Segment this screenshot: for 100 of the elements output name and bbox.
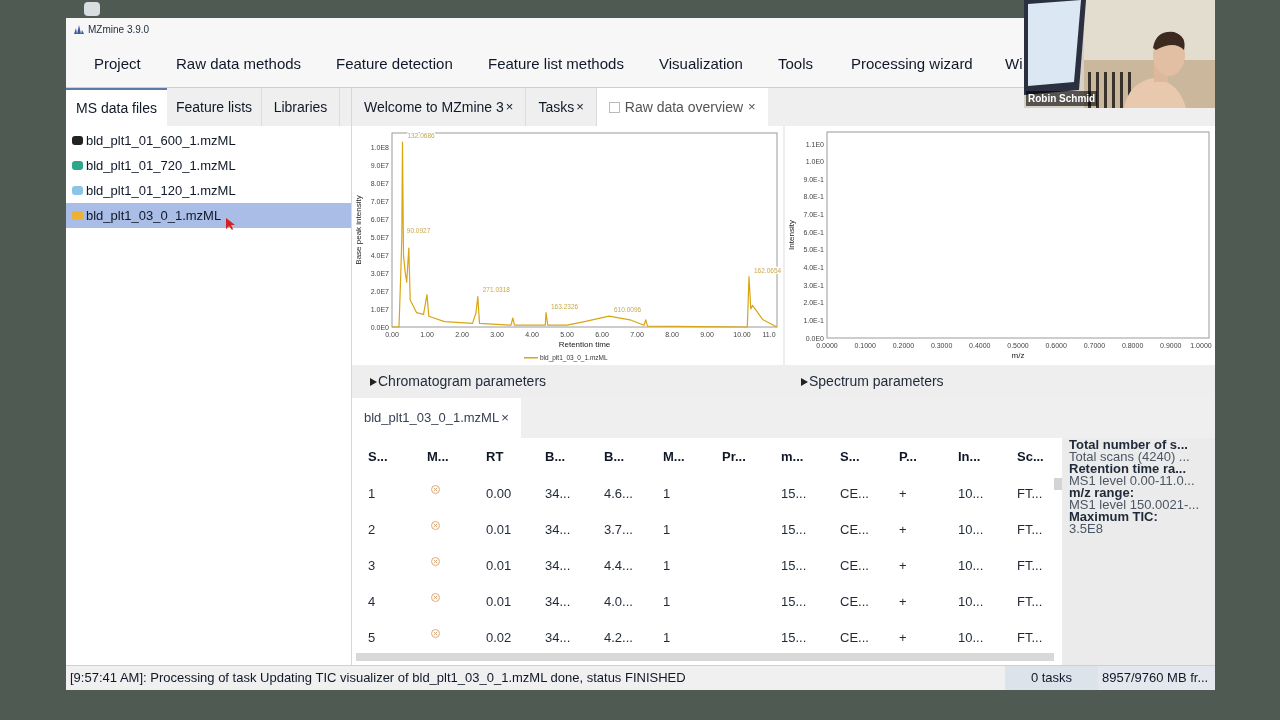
table-cell-text: CE... xyxy=(840,521,869,540)
close-icon[interactable]: × xyxy=(505,97,514,117)
table-cell-text: 10... xyxy=(958,593,984,612)
table-cell-text: 0.01 xyxy=(486,593,512,612)
desktop-icon[interactable] xyxy=(84,2,100,16)
menu-item[interactable]: Visualization xyxy=(659,54,743,72)
tab[interactable]: Raw data overview × xyxy=(596,88,768,126)
table-cell-text: 1 xyxy=(663,521,671,540)
section-header[interactable]: Spectrum parameters xyxy=(783,365,1214,398)
info-heading: Retention time ra... xyxy=(1069,463,1188,475)
table-cell-text: 34... xyxy=(545,593,571,612)
info-heading: Maximum TIC: xyxy=(1069,511,1159,523)
tab-label: Tasks xyxy=(538,97,575,117)
menu-item[interactable]: Wi xyxy=(1005,54,1023,72)
table-cell-text: FT... xyxy=(1017,485,1043,504)
expand-icon xyxy=(801,377,808,386)
file-item[interactable]: bld_plt1_01_600_1.mzML xyxy=(66,128,351,153)
tab-label: Raw data overview xyxy=(624,97,744,117)
file-item[interactable]: bld_plt1_01_120_1.mzML xyxy=(66,178,351,203)
table-cell-text: 1 xyxy=(663,629,671,648)
table-cell-text: 1 xyxy=(663,485,671,504)
menu-item[interactable]: Feature list methods xyxy=(488,54,624,72)
scrollbar-thumb[interactable] xyxy=(356,653,1054,661)
column-header[interactable]: In... xyxy=(958,447,1017,467)
column-header[interactable]: M... xyxy=(663,447,722,467)
table-cell-text: 34... xyxy=(545,557,571,576)
menu-item[interactable]: Raw data methods xyxy=(176,54,302,72)
participant-name: Robin Schmid xyxy=(1026,91,1098,106)
table-cell-text: FT... xyxy=(1017,521,1043,540)
table-cell-text: + xyxy=(899,521,907,540)
table-cell-text: 10... xyxy=(958,557,984,576)
column-header[interactable]: S... xyxy=(368,447,427,467)
axis-label: Intensity xyxy=(787,220,796,250)
table-cell-text: 4.4... xyxy=(604,557,633,576)
table-cell-text: 4.6... xyxy=(604,485,633,504)
info-value: MS1 level 0.00-11.0... xyxy=(1069,475,1196,487)
circled-x-icon xyxy=(431,628,440,638)
table-cell-text: + xyxy=(899,485,907,504)
circled-x-icon xyxy=(431,592,440,602)
menu-item[interactable]: Processing wizard xyxy=(851,54,973,72)
menu-item[interactable]: Project xyxy=(94,54,141,72)
table-cell-text: 3.7... xyxy=(604,521,633,540)
table-cell-text: + xyxy=(899,557,907,576)
table-cell-text: 0.01 xyxy=(486,521,512,540)
table-cell-text: 34... xyxy=(545,629,571,648)
table-cell-text: CE... xyxy=(840,629,869,648)
column-header[interactable]: m... xyxy=(781,447,840,467)
tab[interactable]: MS data files xyxy=(66,88,167,126)
axis-label: Base peak intensity xyxy=(354,195,363,265)
table-cell-text: 1 xyxy=(663,557,671,576)
column-header[interactable]: B... xyxy=(604,447,663,467)
app-logo-icon xyxy=(74,24,84,34)
table-cell-text: FT... xyxy=(1017,629,1043,648)
table-cell-text: 15... xyxy=(781,557,807,576)
table-cell-text: CE... xyxy=(840,485,869,504)
section-header[interactable]: Chromatogram parameters xyxy=(352,365,783,398)
table-cell-text: 0.01 xyxy=(486,557,512,576)
column-header[interactable]: RT xyxy=(486,447,545,467)
table-cell-text: 15... xyxy=(781,485,807,504)
info-heading: m/z range: xyxy=(1069,487,1135,499)
table-cell-text: 10... xyxy=(958,629,984,648)
close-icon[interactable]: × xyxy=(576,97,584,117)
table-cell-text: 2 xyxy=(368,521,376,540)
memory-usage: 8957/9760 MB fr... xyxy=(1098,666,1215,690)
table-cell-text: 10... xyxy=(958,485,984,504)
table-cell-text: 4 xyxy=(368,593,376,612)
close-icon[interactable]: × xyxy=(501,408,509,428)
column-header[interactable]: B... xyxy=(545,447,604,467)
info-value: MS1 level 150.0021-... xyxy=(1069,499,1201,511)
info-heading: Total number of s... xyxy=(1069,439,1189,451)
table-cell-text: 15... xyxy=(781,629,807,648)
expand-icon xyxy=(370,377,377,386)
checkbox[interactable] xyxy=(608,101,620,113)
tab-label: Welcome to MZmine 3 xyxy=(364,97,504,117)
column-header[interactable]: Pr... xyxy=(722,447,781,467)
file-tab[interactable]: bld_plt1_03_0_1.mzML× xyxy=(352,398,521,438)
menu-item[interactable]: Feature detection xyxy=(336,54,453,72)
scrollbar-thumb[interactable] xyxy=(1054,478,1062,490)
table-cell-text: 34... xyxy=(545,485,571,504)
table-cell-text: CE... xyxy=(840,557,869,576)
table-cell-text: 0.00 xyxy=(486,485,512,504)
status-message: [9:57:41 AM]: Processing of task Updating TIC visualizer of bld_plt1_03_0_1.mzML done, status FINISHED xyxy=(69,669,687,688)
info-value: 3.5E8 xyxy=(1069,523,1104,535)
circled-x-icon xyxy=(431,520,440,530)
circled-x-icon xyxy=(431,556,440,566)
table-cell-text: FT... xyxy=(1017,593,1043,612)
column-header[interactable]: S... xyxy=(840,447,899,467)
table-cell-text: 0.02 xyxy=(486,629,512,648)
menu-item[interactable]: Tools xyxy=(778,54,814,72)
table-cell-text: FT... xyxy=(1017,557,1043,576)
table-cell-text: 4.2... xyxy=(604,629,633,648)
column-header[interactable]: P... xyxy=(899,447,958,467)
axis-label: Retention time xyxy=(558,340,611,349)
column-header[interactable]: M... xyxy=(427,447,486,467)
table-cell-text: 10... xyxy=(958,521,984,540)
close-icon[interactable]: × xyxy=(748,97,756,117)
table-cell-text: + xyxy=(899,629,907,648)
table-cell-text: 1 xyxy=(663,593,671,612)
file-item[interactable]: bld_plt1_01_720_1.mzML xyxy=(66,153,351,178)
file-item[interactable]: bld_plt1_03_0_1.mzML xyxy=(66,203,351,228)
